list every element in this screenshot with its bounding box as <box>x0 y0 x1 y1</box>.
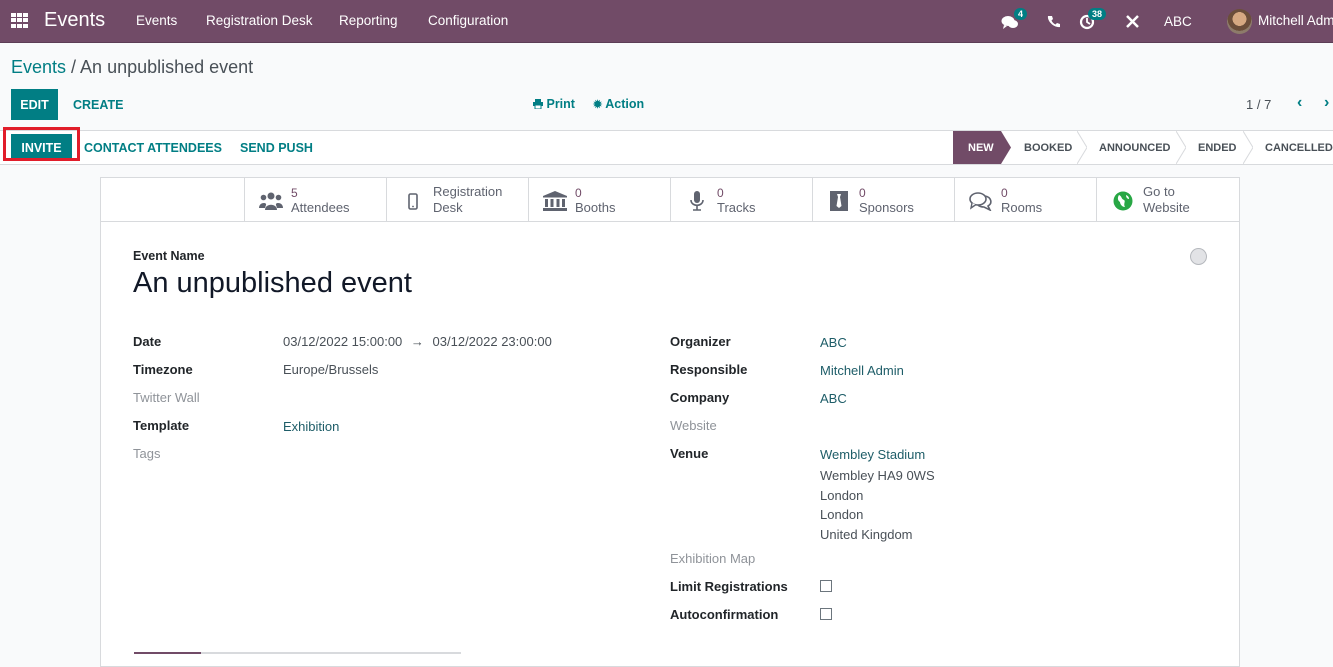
organizer-link[interactable]: ABC <box>820 335 847 350</box>
attendees-smart-button[interactable]: 5 Attendees <box>244 178 386 222</box>
venue-address-line: London <box>820 507 864 522</box>
gear-icon: ✹ <box>593 99 603 111</box>
sponsors-smart-button[interactable]: 0 Sponsors <box>812 178 954 222</box>
venue-link[interactable]: Wembley Stadium <box>820 447 925 462</box>
bank-icon <box>543 190 567 212</box>
debug-tools-button[interactable] <box>1125 0 1140 43</box>
breadcrumb-current: An unpublished event <box>80 57 254 77</box>
date-start: 03/12/2022 15:00:00 <box>283 334 403 349</box>
autoconfirmation-checkbox[interactable] <box>820 608 832 620</box>
arrow-right-icon: → <box>410 334 424 349</box>
exhibition-map-label: Exhibition Map <box>670 551 756 566</box>
contact-attendees-button[interactable]: CONTACT ATTENDEES <box>84 141 222 155</box>
apps-menu-icon[interactable] <box>11 13 28 28</box>
create-button[interactable]: CREATE <box>73 98 123 112</box>
pager-previous-icon[interactable]: ‹ <box>1297 94 1302 112</box>
activities-badge: 38 <box>1088 8 1107 20</box>
print-icon <box>533 99 543 110</box>
action-button[interactable]: ✹ Action <box>593 97 644 111</box>
breadcrumb: Events / An unpublished event <box>11 57 254 77</box>
venue-label: Venue <box>670 446 709 461</box>
menu-events[interactable]: Events <box>136 13 177 28</box>
menu-configuration[interactable]: Configuration <box>428 13 508 28</box>
phone-button[interactable] <box>1047 0 1060 43</box>
pager-next-icon[interactable]: › <box>1324 94 1329 112</box>
smart-button-box: 5 Attendees Registration Desk 0 Booths 0 … <box>101 178 1239 222</box>
date-value: 03/12/2022 15:00:00 → 03/12/2022 23:00:0… <box>283 334 552 349</box>
stage-separator <box>1077 131 1087 164</box>
stage-booked[interactable]: BOOKED <box>1024 131 1072 164</box>
send-push-button[interactable]: SEND PUSH <box>240 141 313 155</box>
venue-address-line: Wembley HA9 0WS <box>820 468 935 483</box>
twitter-wall-label: Twitter Wall <box>133 390 200 405</box>
status-bar: INVITE CONTACT ATTENDEES SEND PUSH NEW B… <box>0 130 1333 165</box>
registration-desk-smart-button[interactable]: Registration Desk <box>386 178 528 222</box>
template-link[interactable]: Exhibition <box>283 419 339 434</box>
timezone-label: Timezone <box>133 362 193 377</box>
notebook-active-tab[interactable] <box>134 652 201 654</box>
company-label: Company <box>670 390 730 405</box>
tie-icon <box>827 190 851 212</box>
mobile-icon <box>401 190 425 212</box>
website-label: Website <box>670 418 717 433</box>
menu-registration-desk[interactable]: Registration Desk <box>206 13 313 28</box>
stage-new[interactable]: NEW <box>953 131 1001 164</box>
pager-value[interactable]: 1 / 7 <box>1246 97 1271 112</box>
stage-separator <box>1176 131 1186 164</box>
app-name[interactable]: Events <box>44 9 105 32</box>
print-button[interactable]: Print <box>533 97 575 111</box>
rooms-smart-button[interactable]: 0 Rooms <box>954 178 1096 222</box>
stage-arrow-active <box>1001 131 1011 164</box>
date-label: Date <box>133 334 162 349</box>
venue-address-line: United Kingdom <box>820 527 913 542</box>
stage-announced[interactable]: ANNOUNCED <box>1099 131 1171 164</box>
microphone-icon <box>685 190 709 212</box>
event-name-label: Event Name <box>133 249 205 263</box>
limit-registrations-checkbox[interactable] <box>820 580 832 592</box>
top-navbar: Events Events Registration Desk Reportin… <box>0 0 1333 43</box>
users-icon <box>259 190 283 212</box>
edit-button[interactable]: EDIT <box>11 89 58 120</box>
responsible-link[interactable]: Mitchell Admin <box>820 363 904 378</box>
messages-badge: 4 <box>1014 8 1028 20</box>
published-status-toggle[interactable] <box>1190 248 1207 265</box>
template-label: Template <box>133 418 190 433</box>
stage-separator <box>1243 131 1253 164</box>
globe-icon <box>1111 190 1135 212</box>
messages-button[interactable] <box>1001 0 1019 43</box>
form-sheet: 5 Attendees Registration Desk 0 Booths 0 … <box>100 177 1240 667</box>
user-menu[interactable]: Mitchell Adm <box>1258 13 1333 28</box>
company-link[interactable]: ABC <box>820 391 847 406</box>
limit-registrations-label: Limit Registrations <box>670 579 788 594</box>
phone-icon <box>1047 16 1060 28</box>
activities-button[interactable] <box>1079 0 1095 43</box>
autoconfirmation-label: Autoconfirmation <box>670 607 779 622</box>
user-avatar[interactable] <box>1227 9 1252 34</box>
responsible-label: Responsible <box>670 362 748 377</box>
stage-ended[interactable]: ENDED <box>1198 131 1237 164</box>
go-to-website-smart-button[interactable]: Go to Website <box>1096 178 1238 222</box>
timezone-value: Europe/Brussels <box>283 362 379 377</box>
organizer-label: Organizer <box>670 334 731 349</box>
menu-reporting[interactable]: Reporting <box>339 13 398 28</box>
event-name: An unpublished event <box>133 267 412 299</box>
tools-icon <box>1126 15 1139 28</box>
breadcrumb-events[interactable]: Events <box>11 57 66 77</box>
stage-cancelled[interactable]: CANCELLED <box>1265 131 1333 164</box>
date-end: 03/12/2022 23:00:00 <box>432 334 552 349</box>
booths-smart-button[interactable]: 0 Booths <box>528 178 670 222</box>
company-switcher[interactable]: ABC <box>1164 0 1192 43</box>
venue-address-line: London <box>820 488 864 503</box>
invite-highlight-box <box>3 127 80 161</box>
tracks-smart-button[interactable]: 0 Tracks <box>670 178 812 222</box>
tags-label: Tags <box>133 446 161 461</box>
comments-icon <box>969 190 993 212</box>
